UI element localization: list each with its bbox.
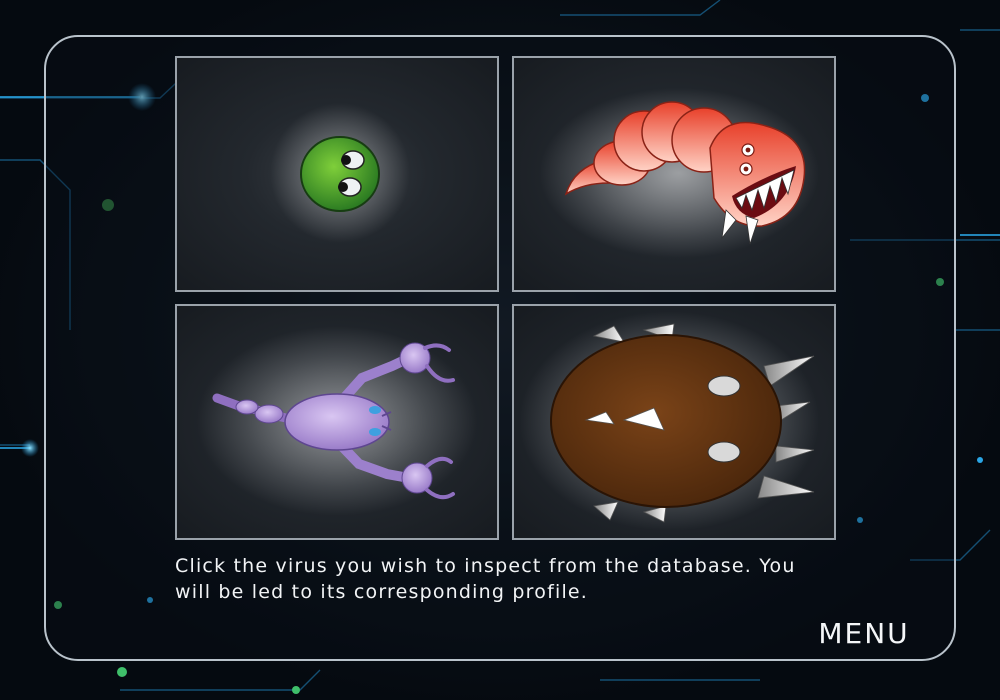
menu-button[interactable]: MENU (796, 614, 932, 654)
virus-card-brown-spiked[interactable] (512, 304, 836, 540)
purple-scorpion-virus-icon (197, 326, 477, 516)
green-blob-virus-icon (270, 103, 410, 243)
instructions-text: Click the virus you wish to inspect from… (175, 555, 796, 603)
virus-card-red-worm[interactable] (512, 56, 836, 292)
virus-card-purple-scorpion[interactable] (175, 304, 499, 540)
brown-spiked-virus-icon (519, 311, 819, 531)
virus-card-green-blob[interactable] (175, 56, 499, 292)
red-worm-virus-icon (539, 88, 819, 258)
